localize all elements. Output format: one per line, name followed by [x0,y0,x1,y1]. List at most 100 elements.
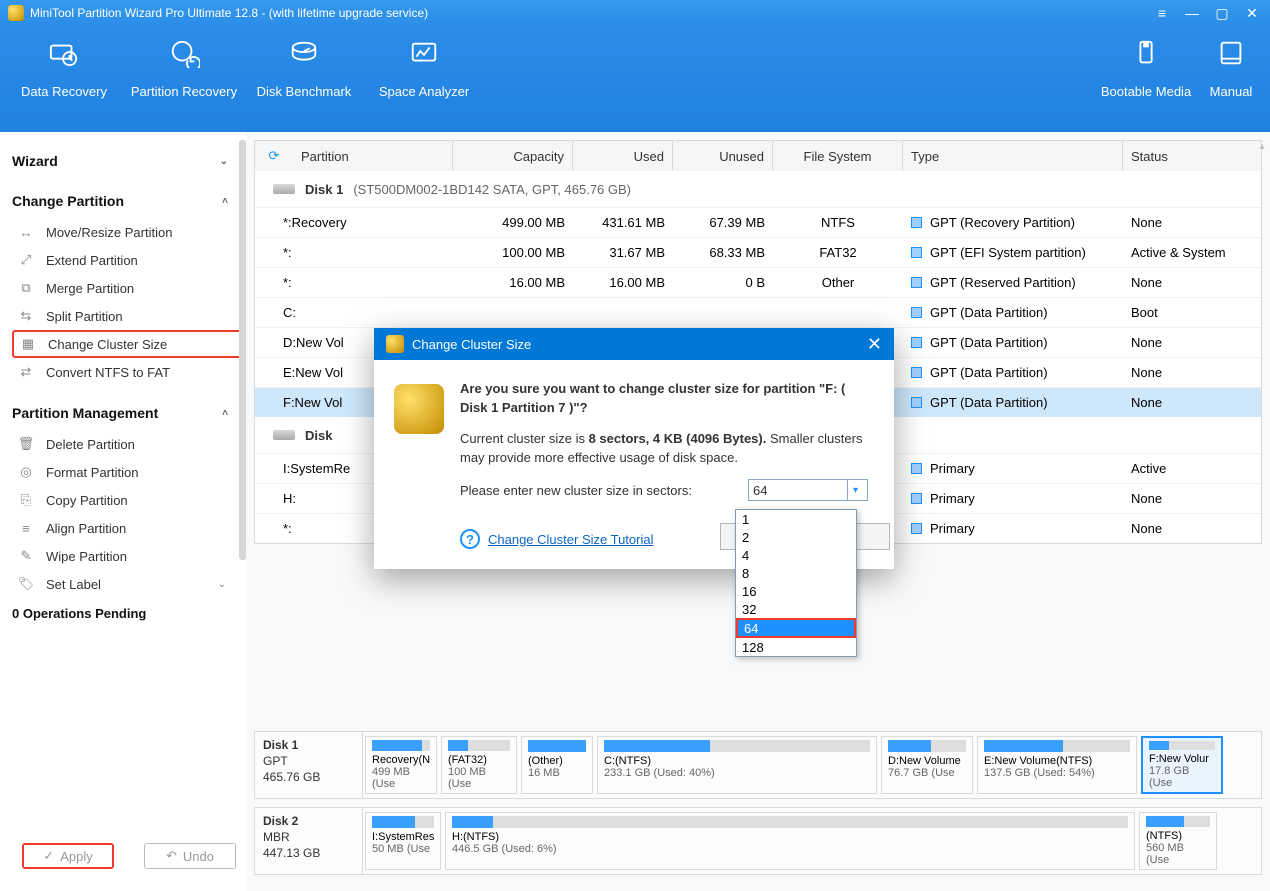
disk-benchmark-button[interactable]: Disk Benchmark [244,38,364,99]
menu-icon[interactable]: ≡ [1152,5,1172,21]
type-color-icon [911,217,922,228]
col-type[interactable]: Type [903,141,1123,171]
dialog-close-button[interactable]: ✕ [867,334,882,355]
disk-row[interactable]: Disk 1 (ST500DM002-1BD142 SATA, GPT, 465… [255,171,1261,207]
sidebar-item-move-resize-partition[interactable]: ↔Move/Resize Partition [12,218,242,246]
dropdown-option-4[interactable]: 4 [736,546,856,564]
col-unused[interactable]: Unused [673,141,773,171]
dialog-titlebar[interactable]: Change Cluster Size ✕ [374,328,894,360]
usage-bar [1149,741,1215,750]
disk-map-area: Disk 1GPT465.76 GBRecovery(N499 MB (Use(… [254,731,1262,883]
sidebar-item-set-label[interactable]: 🏷Set Label⌄ [12,570,242,598]
refresh-button[interactable]: ⟳ [255,148,293,164]
cell-filesystem: FAT32 [773,245,903,260]
cell-type: Primary [903,491,1123,506]
partition-row[interactable]: C:GPT (Data Partition)Boot [255,297,1261,327]
sidebar-item-delete-partition[interactable]: 🗑Delete Partition [12,430,242,458]
sidebar-item-split-partition[interactable]: ⇆Split Partition [12,302,242,330]
disk-segment[interactable]: (FAT32)100 MB (Use [441,736,517,794]
usage-bar [528,740,586,752]
partition-row[interactable]: *:16.00 MB16.00 MB0 BOtherGPT (Reserved … [255,267,1261,297]
sidebar-item-label: Wipe Partition [46,549,127,564]
minimize-button[interactable]: — [1182,5,1202,21]
sidebar-item-format-partition[interactable]: ◎Format Partition [12,458,242,486]
col-partition[interactable]: Partition [293,141,453,171]
data-recovery-label: Data Recovery [21,84,107,99]
sidebar-item-convert-ntfs-to-fat[interactable]: ⇄Convert NTFS to FAT [12,358,242,386]
chevron-down-icon: ⌄ [218,579,226,590]
data-recovery-button[interactable]: Data Recovery [4,38,124,99]
sidebar-item-align-partition[interactable]: ≡ Align Partition [12,514,242,542]
dialog-current-a: Current cluster size is [460,431,589,446]
segment-label: I:SystemRes [372,831,434,843]
disk-segment[interactable]: E:New Volume(NTFS)137.5 GB (Used: 54%) [977,736,1137,794]
disk-segment[interactable]: (Other)16 MB [521,736,593,794]
disk-map-size: 447.13 GB [263,846,354,860]
dropdown-option-16[interactable]: 16 [736,582,856,600]
cluster-size-combobox[interactable]: 64 ▾ [748,479,868,501]
cluster-size-dropdown[interactable]: 1248163264128 [735,509,857,657]
cell-status: None [1123,521,1261,536]
manual-icon [1213,38,1249,68]
disk-segment[interactable]: D:New Volume76.7 GB (Use [881,736,973,794]
sidebar: Wizard⌄ Change Partition˄ ↔Move/Resize P… [0,132,246,891]
type-color-icon [911,493,922,504]
undo-button[interactable]: ↶Undo [144,843,236,869]
tutorial-link[interactable]: Change Cluster Size Tutorial [488,532,653,547]
cell-type: GPT (Data Partition) [903,365,1123,380]
disk-segment[interactable]: F:New Volur17.8 GB (Use [1141,736,1223,794]
sidebar-item-merge-partition[interactable]: ⧉Merge Partition [12,274,242,302]
partition-row[interactable]: *:100.00 MB31.67 MB68.33 MBFAT32GPT (EFI… [255,237,1261,267]
chevron-up-icon: ˄ [222,408,228,419]
cell-type: GPT (Reserved Partition) [903,275,1123,290]
action-icon: ≡ [18,520,34,536]
sidebar-item-copy-partition[interactable]: ⎘Copy Partition [12,486,242,514]
cell-unused: 0 B [673,275,773,290]
partition-row[interactable]: *:Recovery499.00 MB431.61 MB67.39 MBNTFS… [255,207,1261,237]
apply-button[interactable]: ✓Apply [22,843,114,869]
dropdown-option-32[interactable]: 32 [736,600,856,618]
dropdown-option-1[interactable]: 1 [736,510,856,528]
sidebar-item-extend-partition[interactable]: ⤢Extend Partition [12,246,242,274]
disk-segment[interactable]: (NTFS)560 MB (Use [1139,812,1217,870]
chevron-down-icon: ⌄ [220,156,228,167]
sidebar-item-label: Delete Partition [46,437,135,452]
cell-filesystem: NTFS [773,215,903,230]
sidebar-header-change-partition[interactable]: Change Partition˄ [12,184,242,218]
partition-recovery-button[interactable]: Partition Recovery [124,38,244,99]
disk-segment[interactable]: Recovery(N499 MB (Use [365,736,437,794]
dropdown-option-64[interactable]: 64 [736,618,856,638]
content-scroll-up[interactable]: ▴ [1256,138,1268,154]
cell-capacity: 499.00 MB [453,215,573,230]
disk-map-1[interactable]: Disk 1GPT465.76 GBRecovery(N499 MB (Use(… [254,731,1262,799]
cell-partition: *:Recovery [255,215,453,230]
space-analyzer-button[interactable]: Space Analyzer [364,38,484,99]
sidebar-header-wizard[interactable]: Wizard⌄ [12,144,242,178]
dropdown-option-8[interactable]: 8 [736,564,856,582]
disk-map-size: 465.76 GB [263,770,354,784]
sidebar-item-change-cluster-size[interactable]: ▦Change Cluster Size [12,330,242,358]
bootable-media-button[interactable]: Bootable Media [1096,38,1196,99]
disk-segment[interactable]: C:(NTFS)233.1 GB (Used: 40%) [597,736,877,794]
dropdown-option-128[interactable]: 128 [736,638,856,656]
usage-bar [372,816,434,828]
dropdown-option-2[interactable]: 2 [736,528,856,546]
disk-label: Disk 1 [305,182,343,197]
col-filesystem[interactable]: File System [773,141,903,171]
close-button[interactable]: ✕ [1242,5,1262,21]
usage-bar [604,740,870,752]
disk-segment[interactable]: I:SystemRes50 MB (Use [365,812,441,870]
col-status[interactable]: Status [1123,141,1261,171]
manual-button[interactable]: Manual [1196,38,1266,99]
disk-map-2[interactable]: Disk 2MBR447.13 GBI:SystemRes50 MB (UseH… [254,807,1262,875]
sidebar-scrollbar[interactable] [239,140,246,560]
col-used[interactable]: Used [573,141,673,171]
sidebar-item-label: Align Partition [46,521,126,536]
col-capacity[interactable]: Capacity [453,141,573,171]
usage-bar [372,740,430,751]
type-color-icon [911,523,922,534]
maximize-button[interactable]: ▢ [1212,5,1232,21]
sidebar-item-wipe-partition[interactable]: ✎Wipe Partition [12,542,242,570]
sidebar-header-partition-management[interactable]: Partition Management˄ [12,396,242,430]
disk-segment[interactable]: H:(NTFS)446.5 GB (Used: 6%) [445,812,1135,870]
